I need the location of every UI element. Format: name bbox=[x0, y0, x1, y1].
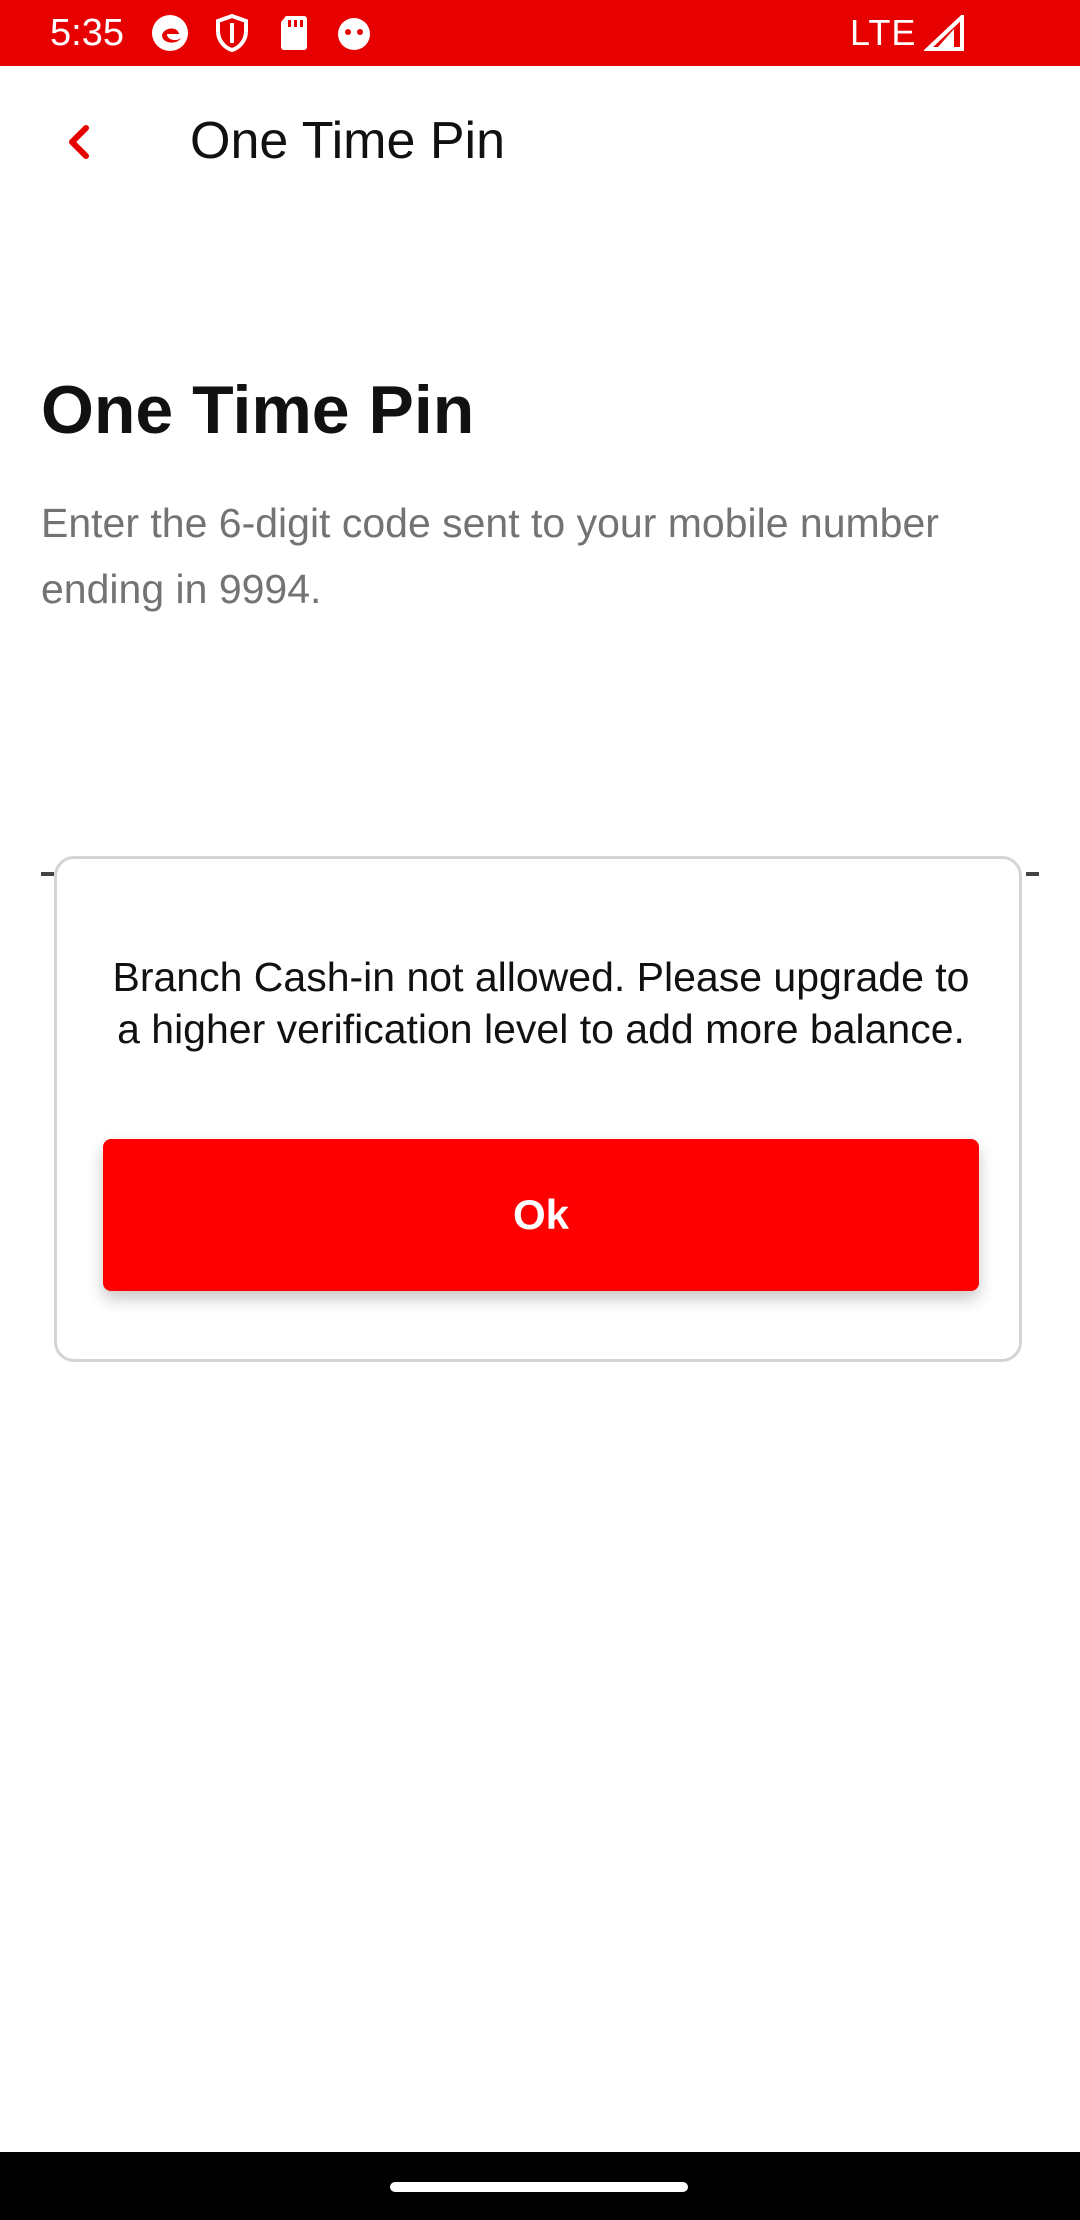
app-bar-title: One Time Pin bbox=[190, 112, 506, 170]
pin-input-underline-left bbox=[41, 872, 54, 876]
chevron-left-icon bbox=[69, 125, 89, 159]
pin-input-underline-right bbox=[1026, 872, 1039, 876]
page-description: Enter the 6-digit code sent to your mobi… bbox=[41, 500, 939, 612]
home-indicator[interactable] bbox=[390, 2182, 688, 2192]
shield-icon bbox=[216, 13, 248, 53]
back-button[interactable] bbox=[50, 110, 114, 174]
sd-card-icon bbox=[281, 16, 307, 50]
alert-dialog: Branch Cash-in not allowed. Please upgra… bbox=[54, 856, 1022, 1362]
dialog-message: Branch Cash-in not allowed. Please upgra… bbox=[112, 954, 970, 1052]
network-type: LTE bbox=[850, 12, 917, 53]
signal-icon bbox=[924, 15, 964, 51]
status-bar: 5:35 LTE bbox=[0, 0, 1080, 66]
navigation-bar bbox=[0, 2152, 1080, 2220]
ok-button[interactable]: Ok bbox=[103, 1139, 979, 1291]
app-notification-icon bbox=[338, 18, 370, 50]
status-time: 5:35 bbox=[50, 12, 124, 54]
page-heading: One Time Pin bbox=[41, 372, 475, 448]
edge-browser-icon bbox=[152, 15, 188, 51]
app-bar: One Time Pin bbox=[0, 66, 1080, 222]
